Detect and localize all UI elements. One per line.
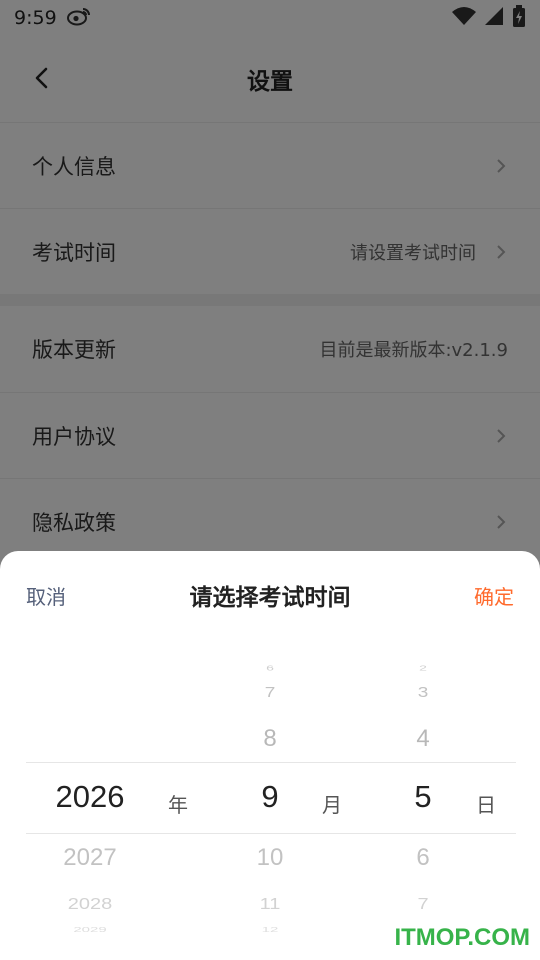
month-option: 7 (264, 684, 276, 701)
year-unit: 年 (168, 793, 188, 817)
confirm-button[interactable]: 确定 (474, 581, 514, 610)
sheet-header: 取消 请选择考试时间 确定 (0, 551, 540, 639)
day-wheel[interactable]: 2 3 4 5 6 7 (382, 651, 464, 931)
year-option: 2027 (63, 844, 117, 871)
month-option: 10 (256, 844, 284, 871)
month-option: 12 (261, 925, 279, 934)
month-option: 11 (259, 895, 281, 913)
date-picker: 2026 2027 2028 2029 年 6 7 8 9 10 11 12 月… (26, 651, 516, 934)
year-selected: 2026 (55, 779, 125, 814)
date-picker-sheet: 取消 请选择考试时间 确定 2026 2027 2028 2029 年 6 7 … (0, 551, 540, 960)
cancel-button[interactable]: 取消 (26, 581, 66, 610)
day-option: 7 (417, 895, 429, 913)
site-watermark: ITMOP.COM (394, 924, 530, 951)
day-unit: 日 (476, 793, 496, 817)
year-option: 2028 (67, 895, 113, 913)
year-option: 2029 (73, 925, 107, 934)
month-option: 8 (263, 725, 277, 752)
day-option: 4 (416, 725, 430, 752)
month-option: 6 (266, 664, 274, 672)
day-option: 3 (417, 684, 429, 701)
sheet-title: 请选择考试时间 (189, 585, 351, 611)
month-selected: 9 (261, 779, 279, 814)
year-wheel[interactable]: 2026 2027 2028 2029 (26, 651, 154, 934)
month-wheel[interactable]: 6 7 8 9 10 11 12 (226, 651, 314, 934)
day-option: 2 (419, 664, 427, 672)
day-option: 6 (416, 844, 430, 871)
month-unit: 月 (322, 793, 342, 817)
day-selected: 5 (414, 779, 432, 814)
